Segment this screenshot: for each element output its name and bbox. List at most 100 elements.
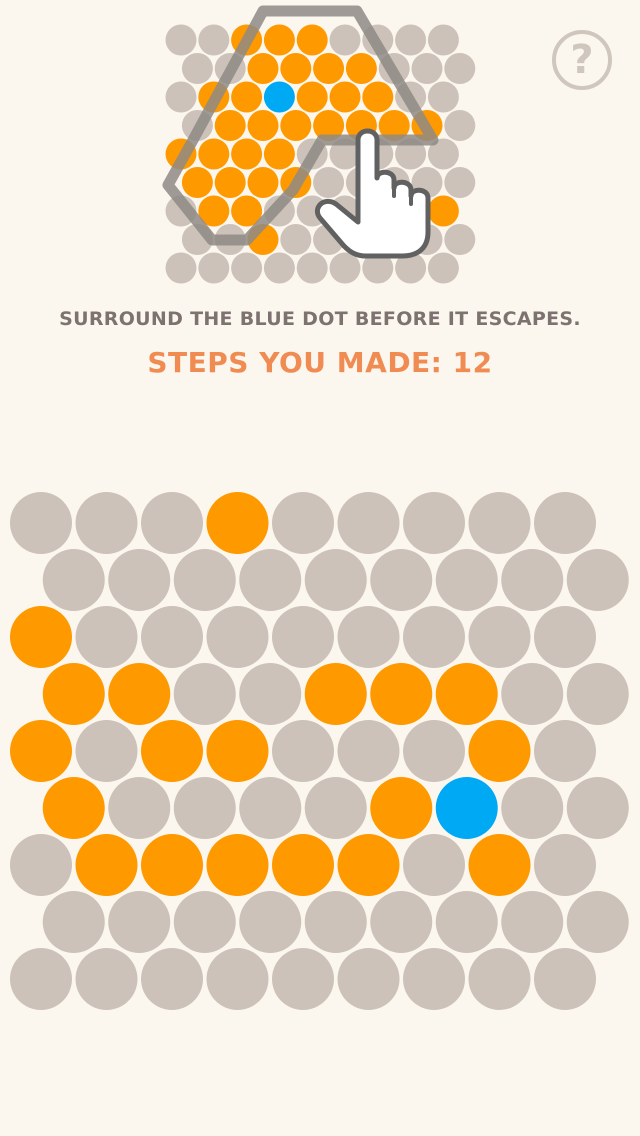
blocked-cell (468, 834, 531, 896)
empty-cell[interactable] (534, 606, 596, 668)
empty-cell[interactable] (75, 720, 138, 782)
empty-cell[interactable] (75, 492, 138, 554)
empty-cell[interactable] (173, 549, 236, 611)
empty-cell[interactable] (403, 720, 465, 782)
empty-cell[interactable] (501, 777, 564, 839)
empty-cell[interactable] (304, 891, 367, 953)
empty-cell[interactable] (10, 492, 72, 554)
empty-cell[interactable] (10, 834, 72, 896)
tutorial-empty-cell (165, 81, 197, 113)
empty-cell[interactable] (403, 834, 465, 896)
tutorial-empty-cell (427, 24, 459, 56)
empty-cell[interactable] (403, 606, 465, 668)
empty-cell[interactable] (337, 948, 400, 1010)
empty-cell[interactable] (468, 948, 531, 1010)
tutorial-empty-cell (411, 53, 443, 84)
tutorial-empty-cell (296, 252, 328, 284)
empty-cell[interactable] (501, 549, 564, 611)
blocked-cell (468, 720, 531, 782)
empty-cell[interactable] (272, 720, 334, 782)
empty-cell[interactable] (75, 948, 138, 1010)
empty-cell[interactable] (370, 891, 433, 953)
blocked-cell (75, 834, 138, 896)
empty-cell[interactable] (141, 492, 203, 554)
empty-cell[interactable] (566, 549, 629, 611)
empty-cell[interactable] (337, 606, 400, 668)
tutorial-blocked-cell (280, 53, 312, 84)
tutorial-empty-cell (427, 252, 459, 284)
empty-cell[interactable] (403, 492, 465, 554)
empty-cell[interactable] (108, 891, 171, 953)
blocked-cell (10, 606, 72, 668)
tutorial-blocked-cell (313, 53, 345, 84)
empty-cell[interactable] (206, 948, 269, 1010)
tutorial-blocked-cell (296, 24, 328, 56)
empty-cell[interactable] (304, 777, 367, 839)
blue-dot[interactable] (435, 777, 498, 839)
empty-cell[interactable] (566, 663, 629, 725)
tutorial-blocked-cell (231, 138, 263, 170)
empty-cell[interactable] (566, 891, 629, 953)
game-board[interactable] (0, 480, 640, 1020)
empty-cell[interactable] (173, 891, 236, 953)
tutorial-empty-cell (444, 53, 476, 84)
empty-cell[interactable] (272, 606, 334, 668)
empty-cell[interactable] (42, 891, 105, 953)
empty-cell[interactable] (501, 663, 564, 725)
empty-cell[interactable] (239, 777, 302, 839)
help-button[interactable]: ? (552, 30, 612, 90)
empty-cell[interactable] (534, 720, 596, 782)
empty-cell[interactable] (337, 492, 400, 554)
tutorial-blue-dot (263, 81, 295, 113)
question-mark-icon: ? (570, 37, 594, 83)
instruction-text: SURROUND THE BLUE DOT BEFORE IT ESCAPES. (59, 308, 581, 330)
blocked-cell (304, 663, 367, 725)
blocked-cell (141, 720, 203, 782)
empty-cell[interactable] (272, 948, 334, 1010)
tutorial-empty-cell (198, 252, 230, 284)
empty-cell[interactable] (534, 492, 596, 554)
tutorial-empty-cell (329, 24, 361, 56)
tutorial-blocked-cell (263, 24, 295, 56)
empty-cell[interactable] (435, 891, 498, 953)
blocked-cell (370, 777, 433, 839)
empty-cell[interactable] (566, 777, 629, 839)
empty-cell[interactable] (337, 720, 400, 782)
empty-cell[interactable] (435, 549, 498, 611)
empty-cell[interactable] (239, 891, 302, 953)
blocked-cell (108, 663, 171, 725)
tutorial-empty-cell (165, 252, 197, 284)
empty-cell[interactable] (468, 606, 531, 668)
tutorial-empty-cell (165, 24, 197, 56)
empty-cell[interactable] (141, 606, 203, 668)
empty-cell[interactable] (141, 948, 203, 1010)
empty-cell[interactable] (10, 948, 72, 1010)
empty-cell[interactable] (468, 492, 531, 554)
empty-cell[interactable] (173, 777, 236, 839)
empty-cell[interactable] (534, 834, 596, 896)
empty-cell[interactable] (108, 549, 171, 611)
tutorial-empty-cell (427, 81, 459, 113)
empty-cell[interactable] (239, 549, 302, 611)
empty-cell[interactable] (239, 663, 302, 725)
tutorial-blocked-cell (263, 138, 295, 170)
empty-cell[interactable] (173, 663, 236, 725)
empty-cell[interactable] (206, 606, 269, 668)
blocked-cell (42, 663, 105, 725)
steps-counter: STEPS YOU MADE: 12 (147, 346, 493, 379)
empty-cell[interactable] (403, 948, 465, 1010)
empty-cell[interactable] (42, 549, 105, 611)
tutorial-blocked-cell (231, 81, 263, 113)
empty-cell[interactable] (370, 549, 433, 611)
tutorial-empty-cell (181, 53, 213, 84)
blocked-cell (370, 663, 433, 725)
blocked-cell (206, 492, 269, 554)
tutorial-empty-cell (444, 167, 476, 198)
empty-cell[interactable] (501, 891, 564, 953)
empty-cell[interactable] (304, 549, 367, 611)
tutorial-empty-cell (198, 24, 230, 56)
empty-cell[interactable] (534, 948, 596, 1010)
empty-cell[interactable] (108, 777, 171, 839)
empty-cell[interactable] (75, 606, 138, 668)
empty-cell[interactable] (272, 492, 334, 554)
